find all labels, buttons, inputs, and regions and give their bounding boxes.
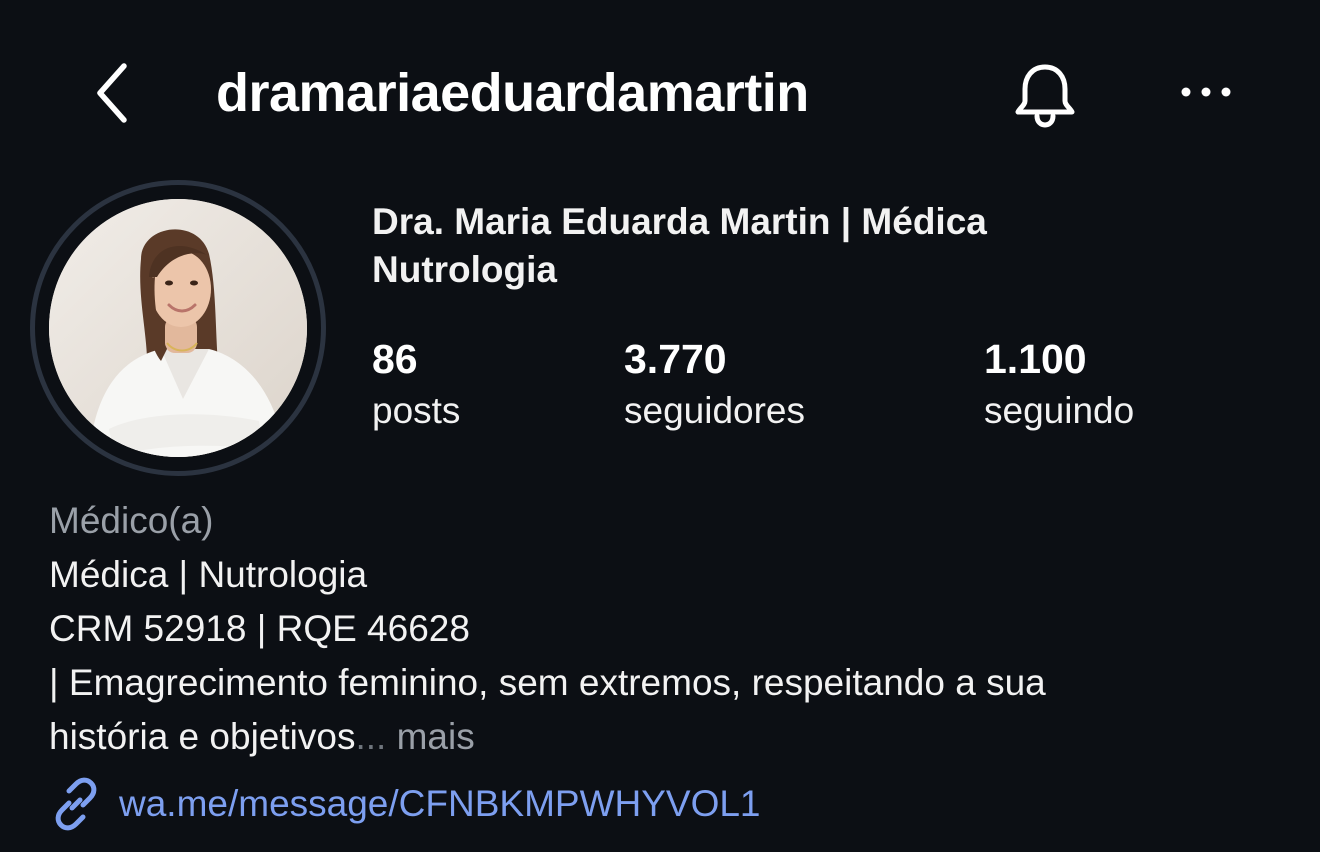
followers-count[interactable]: 3.770 seguidores (624, 332, 805, 436)
notifications-button[interactable] (1008, 58, 1082, 132)
profile-category: Médico(a) (49, 500, 214, 541)
profile-header: dramariaeduardamartin (0, 0, 1320, 180)
followers-count-value: 3.770 (624, 336, 727, 382)
bio-line-last: história e objetivos... mais (49, 710, 1289, 764)
posts-count-label: posts (372, 390, 461, 431)
profile-link-text: wa.me/message/CFNBKMPWHYVOL1 (119, 783, 761, 824)
posts-count[interactable]: 86 posts (372, 332, 460, 436)
bio-line: Médica | Nutrologia (49, 554, 368, 595)
bio-line: CRM 52918 | RQE 46628 (49, 608, 470, 649)
bio-more-link[interactable]: mais (397, 716, 475, 757)
following-count-value: 1.100 (984, 336, 1087, 382)
profile-link[interactable]: wa.me/message/CFNBKMPWHYVOL1 (49, 776, 761, 832)
profile-display-name: Dra. Maria Eduarda Martin | Médica Nutro… (372, 201, 987, 290)
chevron-left-icon (97, 63, 127, 123)
profile-bio: Médico(a) Médica | Nutrologia CRM 52918 … (49, 494, 1289, 764)
profile-username: dramariaeduardamartin (216, 63, 809, 123)
profile-photo (49, 199, 307, 457)
avatar[interactable] (49, 199, 307, 457)
bio-ellipsis: ... (355, 716, 387, 757)
following-count[interactable]: 1.100 seguindo (984, 332, 1134, 436)
bio-line: história e objetivos (49, 716, 356, 757)
followers-count-label: seguidores (624, 390, 806, 431)
more-options-button[interactable] (1176, 72, 1236, 112)
more-horizontal-icon (1181, 87, 1231, 97)
following-count-label: seguindo (984, 390, 1135, 431)
back-button[interactable] (88, 58, 140, 128)
bio-line: | Emagrecimento feminino, sem extremos, … (49, 662, 1046, 703)
bell-icon (1015, 64, 1075, 128)
link-icon (55, 777, 97, 831)
posts-count-value: 86 (372, 336, 418, 382)
